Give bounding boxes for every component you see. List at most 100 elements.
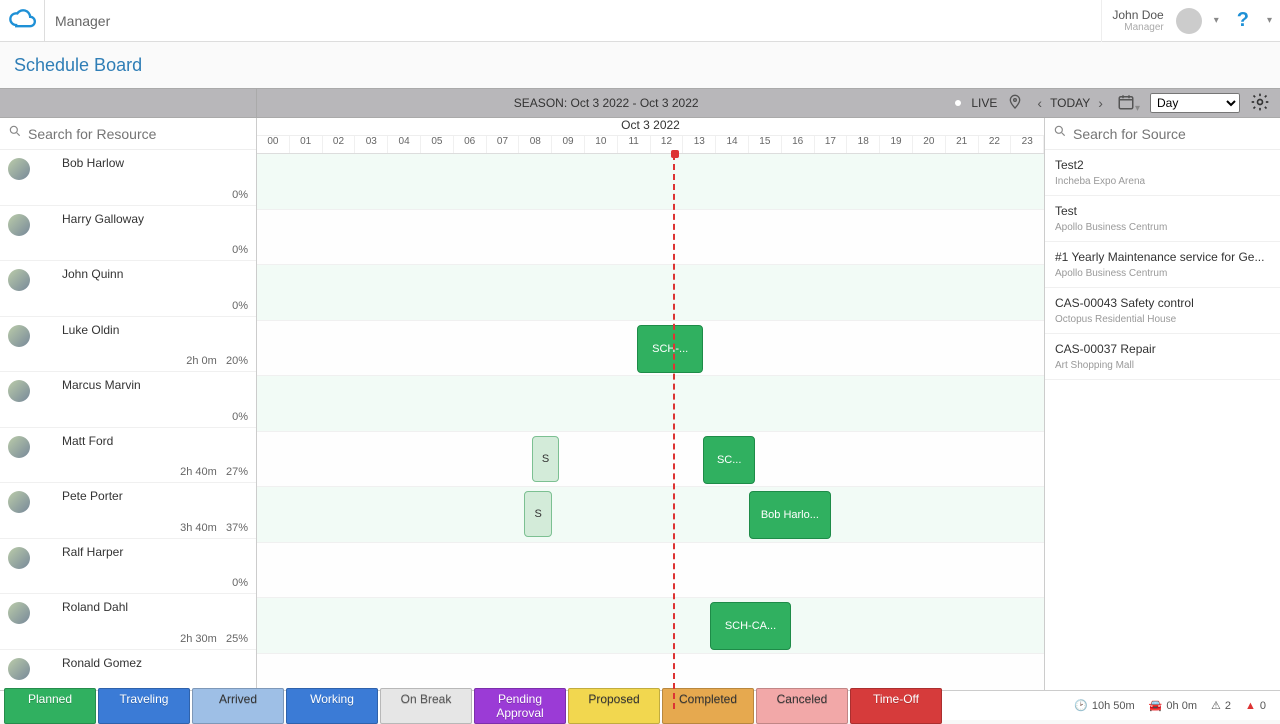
hour-cell: 15 — [749, 136, 782, 153]
resource-stats: 0% — [232, 300, 248, 312]
avatar-icon — [8, 214, 30, 236]
hour-cell: 03 — [355, 136, 388, 153]
hour-cell: 08 — [519, 136, 552, 153]
hour-cell: 16 — [782, 136, 815, 153]
resource-item[interactable]: Roland Dahl2h 30m 25% — [0, 594, 256, 650]
resource-name: Marcus Marvin — [62, 378, 248, 392]
status-footer: PlannedTravelingArrivedWorkingOn BreakPe… — [0, 690, 1280, 720]
search-icon — [8, 124, 22, 143]
avatar-icon — [8, 380, 30, 402]
schedule-lane[interactable] — [257, 265, 1044, 321]
main-area: Bob Harlow0%Harry Galloway0%John Quinn0%… — [0, 118, 1280, 690]
hour-cell: 19 — [880, 136, 913, 153]
status-pending-approval-button[interactable]: Pending Approval — [474, 688, 566, 724]
calendar-icon[interactable]: ▾ — [1117, 93, 1140, 114]
alert-count: 0 — [1260, 700, 1266, 712]
source-subtitle: Apollo Business Centrum — [1055, 222, 1270, 233]
schedule-event[interactable]: SCH-CA... — [710, 602, 792, 650]
location-icon[interactable] — [1007, 94, 1023, 113]
source-subtitle: Octopus Residential House — [1055, 314, 1270, 325]
page-title: Schedule Board — [14, 55, 142, 76]
hour-cell: 10 — [585, 136, 618, 153]
status-working-button[interactable]: Working — [286, 688, 378, 724]
cloud-logo-icon — [8, 4, 44, 37]
source-item[interactable]: Test2Incheba Expo Arena — [1045, 150, 1280, 196]
schedule-lane[interactable]: SCH-CA... — [257, 598, 1044, 654]
toolbar: SEASON: Oct 3 2022 - Oct 3 2022 LIVE ‹ T… — [0, 88, 1280, 118]
status-completed-button[interactable]: Completed — [662, 688, 754, 724]
resource-stats: 2h 40m 27% — [180, 466, 248, 478]
schedule-event[interactable]: SC... — [703, 436, 755, 484]
resource-name: Pete Porter — [62, 489, 248, 503]
gear-icon[interactable] — [1250, 92, 1270, 115]
hours-header: 0001020304050607080910111213141516171819… — [257, 136, 1044, 154]
schedule-event[interactable]: SCH-... — [637, 325, 703, 373]
schedule-event[interactable]: S — [524, 491, 552, 537]
avatar-icon — [1176, 8, 1202, 34]
hour-cell: 17 — [815, 136, 848, 153]
schedule-lane[interactable] — [257, 376, 1044, 432]
status-canceled-button[interactable]: Canceled — [756, 688, 848, 724]
warning-icon: ⚠ — [1211, 699, 1221, 712]
schedule-lane[interactable] — [257, 154, 1044, 210]
user-name: John Doe — [1112, 8, 1163, 22]
avatar-icon — [8, 602, 30, 624]
resource-name: Ronald Gomez — [62, 656, 248, 670]
schedule-event[interactable]: Bob Harlo... — [749, 491, 831, 539]
date-header: Oct 3 2022 — [257, 118, 1044, 136]
schedule-lane[interactable] — [257, 210, 1044, 266]
status-arrived-button[interactable]: Arrived — [192, 688, 284, 724]
status-planned-button[interactable]: Planned — [4, 688, 96, 724]
resource-item[interactable]: Marcus Marvin0% — [0, 372, 256, 428]
schedule-lane[interactable]: S Bob Harlo... — [257, 487, 1044, 543]
resource-item[interactable]: John Quinn0% — [0, 261, 256, 317]
schedule-lane[interactable]: SCH-... — [257, 321, 1044, 377]
hour-cell: 14 — [716, 136, 749, 153]
resource-name: Luke Oldin — [62, 323, 248, 337]
status-on-break-button[interactable]: On Break — [380, 688, 472, 724]
hour-cell: 07 — [487, 136, 520, 153]
live-label: LIVE — [971, 96, 997, 110]
resource-item[interactable]: Luke Oldin 2h 0m 20% — [0, 317, 256, 373]
today-button[interactable]: TODAY — [1046, 96, 1094, 110]
source-item[interactable]: TestApollo Business Centrum — [1045, 196, 1280, 242]
search-source-input[interactable] — [1073, 126, 1272, 142]
resource-item[interactable]: Ralf Harper0% — [0, 539, 256, 595]
source-item[interactable]: #1 Yearly Maintenance service for Ge...A… — [1045, 242, 1280, 288]
avatar-icon — [8, 491, 30, 513]
source-title: Test2 — [1055, 158, 1270, 172]
status-proposed-button[interactable]: Proposed — [568, 688, 660, 724]
source-item[interactable]: CAS-00043 Safety controlOctopus Resident… — [1045, 288, 1280, 334]
page-title-bar: Schedule Board — [0, 42, 1280, 88]
schedule-event[interactable]: S — [532, 436, 558, 482]
next-arrow-icon[interactable]: › — [1094, 95, 1107, 111]
prev-arrow-icon[interactable]: ‹ — [1033, 95, 1046, 111]
app-tab[interactable]: Manager — [44, 0, 120, 42]
status-traveling-button[interactable]: Traveling — [98, 688, 190, 724]
total-time: 10h 50m — [1092, 700, 1135, 712]
resource-name: Bob Harlow — [62, 156, 248, 170]
user-menu[interactable]: John Doe Manager ▾ ? ▾ — [1101, 0, 1272, 42]
help-icon[interactable]: ? — [1231, 9, 1255, 32]
avatar-icon — [8, 436, 30, 458]
avatar-icon — [8, 658, 30, 680]
resource-item[interactable]: Bob Harlow0% — [0, 150, 256, 206]
hour-cell: 09 — [552, 136, 585, 153]
status-time-off-button[interactable]: Time-Off — [850, 688, 942, 724]
source-panel: Test2Incheba Expo ArenaTestApollo Busine… — [1044, 118, 1280, 690]
hour-cell: 06 — [454, 136, 487, 153]
schedule-lane[interactable] — [257, 543, 1044, 599]
resource-item[interactable]: Ronald Gomez — [0, 650, 256, 691]
search-resource-input[interactable] — [28, 126, 248, 142]
view-select[interactable]: Day — [1150, 93, 1240, 113]
schedule-lane[interactable]: S SC... — [257, 432, 1044, 488]
clock-icon: 🕑 — [1074, 699, 1088, 712]
avatar-icon — [8, 269, 30, 291]
resource-item[interactable]: Pete Porter3h 40m 37% — [0, 483, 256, 539]
schedule-grid[interactable]: Oct 3 2022 00010203040506070809101112131… — [257, 118, 1044, 690]
resource-item[interactable]: Harry Galloway0% — [0, 206, 256, 262]
source-item[interactable]: CAS-00037 RepairArt Shopping Mall — [1045, 334, 1280, 380]
resource-stats: 2h 0m 20% — [186, 355, 248, 367]
resource-stats: 2h 30m 25% — [180, 633, 248, 645]
resource-item[interactable]: Matt Ford2h 40m 27% — [0, 428, 256, 484]
